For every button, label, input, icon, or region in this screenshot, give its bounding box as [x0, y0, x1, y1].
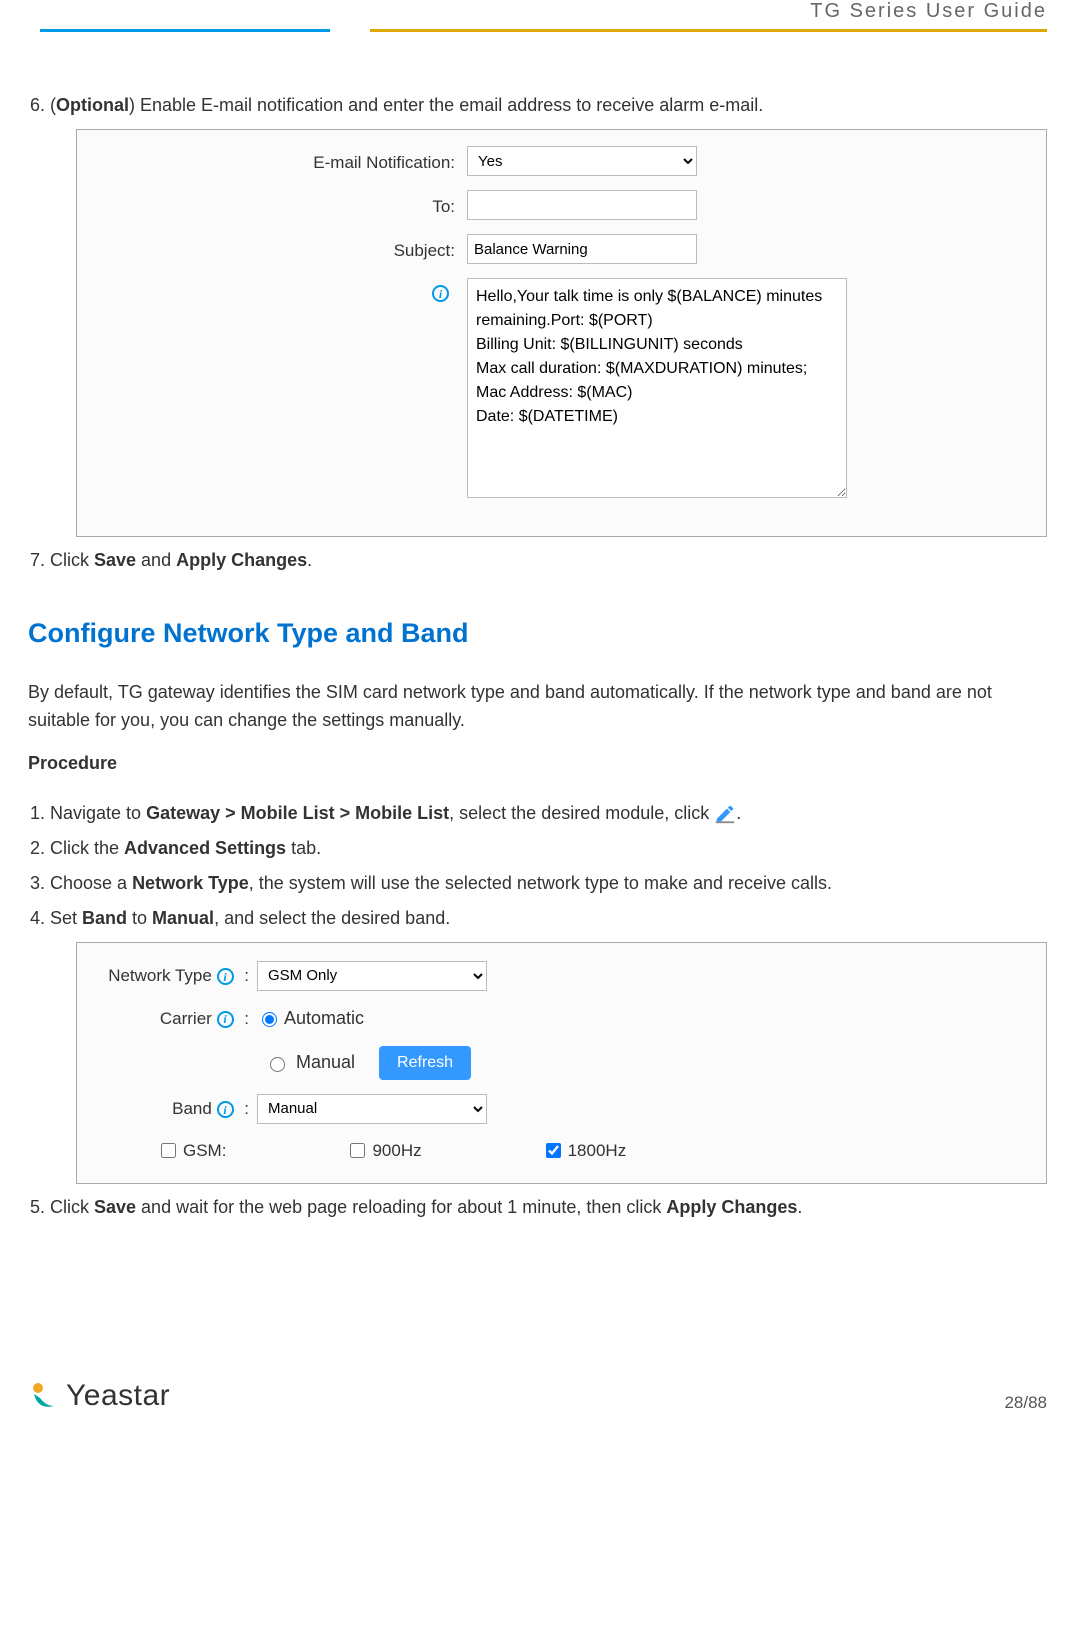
900hz-checkbox[interactable] [350, 1143, 365, 1158]
edit-icon [714, 803, 736, 825]
email-notification-label: E-mail Notification: [97, 146, 467, 176]
gsm-label: GSM: [183, 1138, 226, 1164]
step-7: Click Save and Apply Changes. [50, 547, 1047, 574]
proc-step-1: Navigate to Gateway > Mobile List > Mobi… [50, 800, 1047, 827]
carrier-label: Carrier : [97, 1006, 257, 1032]
proc-step-2: Click the Advanced Settings tab. [50, 835, 1047, 862]
gsm-checkbox[interactable] [161, 1143, 176, 1158]
header-title: TG Series User Guide [0, 0, 1075, 29]
info-icon[interactable] [217, 1011, 234, 1028]
proc-step-4: Set Band to Manual, and select the desir… [50, 905, 1047, 1185]
proc-step-5: Click Save and wait for the web page rel… [50, 1194, 1047, 1221]
info-icon[interactable] [432, 285, 449, 302]
band-label: Band : [97, 1096, 257, 1122]
network-type-select[interactable]: GSM Only [257, 961, 487, 991]
proc-step-3: Choose a Network Type, the system will u… [50, 870, 1047, 897]
brand-logo: Yeastar [28, 1379, 170, 1413]
email-to-input[interactable] [467, 190, 697, 220]
logo-icon [28, 1380, 60, 1412]
1800hz-label: 1800Hz [568, 1138, 627, 1164]
section-intro: By default, TG gateway identifies the SI… [28, 679, 1047, 735]
email-notification-select[interactable]: Yes [467, 146, 697, 176]
email-to-label: To: [97, 190, 467, 220]
info-icon[interactable] [217, 1101, 234, 1118]
header-divider [40, 29, 1047, 32]
band-select[interactable]: Manual [257, 1094, 487, 1124]
email-subject-input[interactable] [467, 234, 697, 264]
page-number: 28/88 [1004, 1393, 1047, 1413]
1800hz-checkbox[interactable] [546, 1143, 561, 1158]
refresh-button[interactable]: Refresh [379, 1046, 471, 1080]
carrier-manual-radio[interactable] [270, 1057, 285, 1072]
step-6: (Optional) Enable E-mail notification an… [50, 92, 1047, 537]
900hz-label: 900Hz [372, 1138, 421, 1164]
info-icon[interactable] [217, 968, 234, 985]
network-type-screenshot: Network Type : GSM Only Carrier : Automa… [76, 942, 1047, 1185]
carrier-auto-radio[interactable] [262, 1012, 277, 1027]
carrier-manual-label: Manual [296, 1049, 355, 1076]
optional-label: Optional [56, 95, 129, 115]
section-title: Configure Network Type and Band [28, 618, 1047, 649]
logo-text: Yeastar [66, 1379, 170, 1413]
procedure-heading: Procedure [28, 753, 1047, 774]
email-notification-screenshot: E-mail Notification: Yes To: Subject: [76, 129, 1047, 537]
carrier-auto-label: Automatic [284, 1005, 364, 1032]
email-body-textarea[interactable]: Hello,Your talk time is only $(BALANCE) … [467, 278, 847, 498]
email-subject-label: Subject: [97, 234, 467, 264]
network-type-label: Network Type : [97, 963, 257, 989]
